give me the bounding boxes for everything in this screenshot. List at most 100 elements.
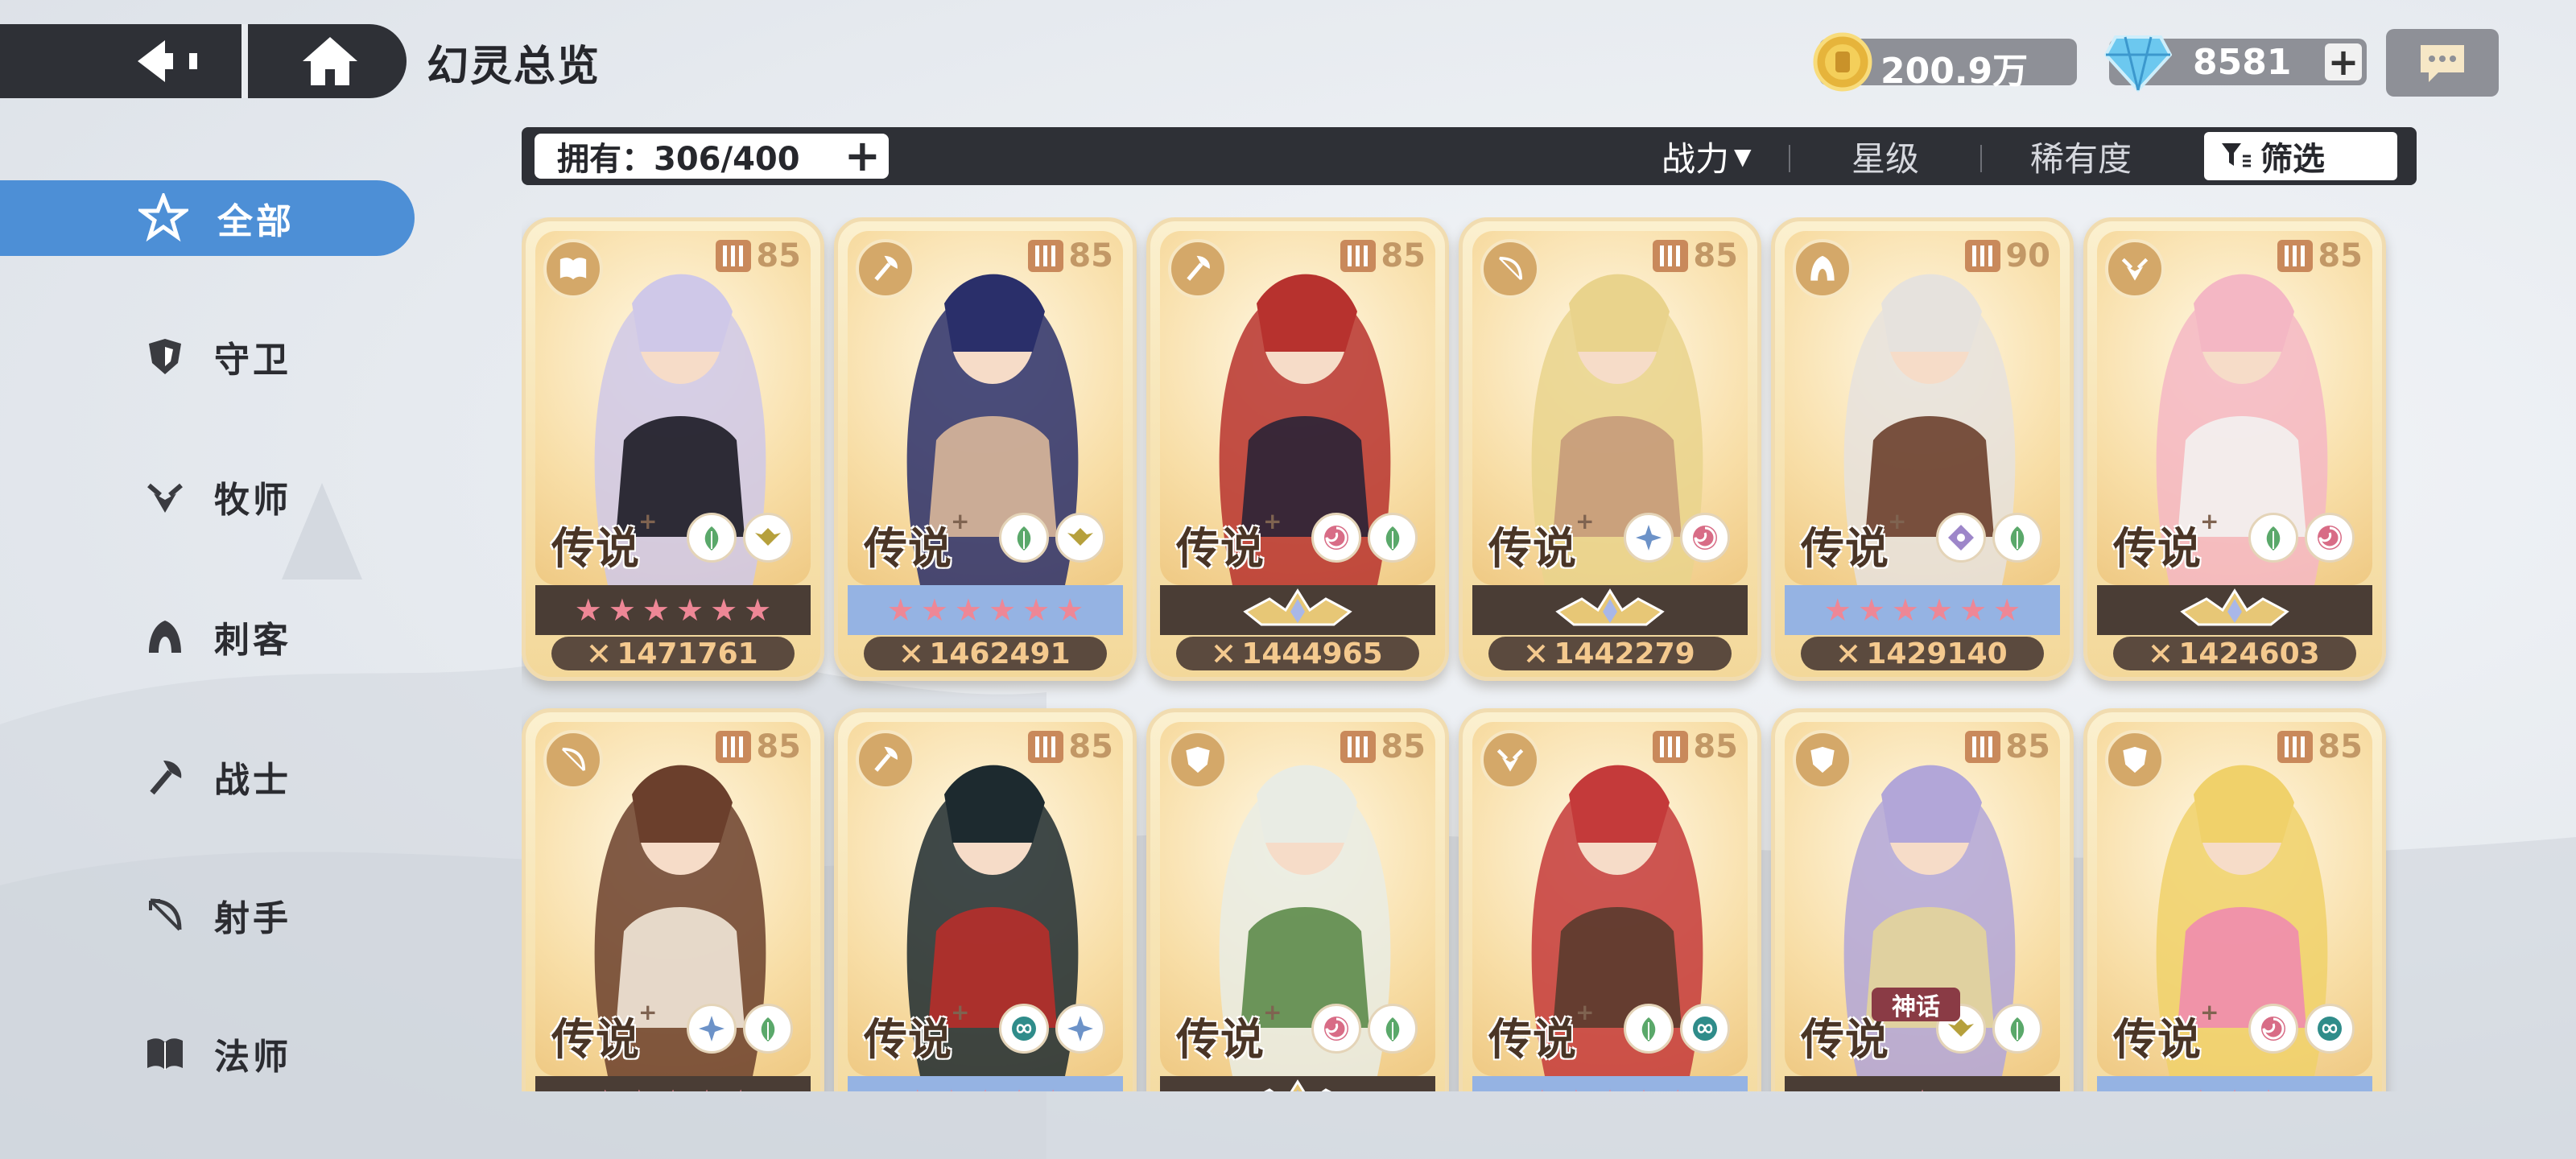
sidebar-item-all[interactable]: 全部: [0, 180, 415, 256]
rank-bars-icon: [1028, 240, 1064, 272]
element-badge: [743, 513, 793, 563]
star-rating: ★ ★ ★ ★ ★: [1472, 1076, 1748, 1091]
hero-card[interactable]: 85 传说 +: [1146, 708, 1449, 1091]
rank-bars-icon: [1028, 731, 1064, 763]
hero-card[interactable]: 85 传说 + ★ ★ ★ ★ ★ ★ 1471761: [522, 217, 824, 681]
power-value: 1471761: [617, 637, 758, 670]
sidebar-item-label: 战士: [214, 760, 291, 801]
rarity-label: 传说: [864, 1014, 952, 1065]
rank-bars-icon: [716, 731, 752, 763]
element-badge: [1368, 1004, 1418, 1054]
hero-card[interactable]: 85 传说 + ★ ★ ★ ★ ★: [522, 708, 824, 1091]
level-value: 85: [756, 237, 801, 274]
shield-icon: [1186, 746, 1210, 773]
hero-level: 85: [1028, 237, 1113, 274]
star-icon: ★: [904, 1086, 931, 1091]
sidebar-item-mage[interactable]: 法师: [0, 1016, 415, 1091]
sort-rarity-label: 稀有度: [2030, 138, 2132, 179]
sidebar-item-label: 刺客: [214, 620, 291, 661]
expand-capacity-button[interactable]: +: [844, 134, 881, 178]
bow-icon: [562, 747, 586, 771]
hero-portrait: 85 传说 +: [1472, 722, 1748, 1076]
star-icon: ★: [2255, 1086, 2282, 1091]
hero-grid: 85 传说 + ★ ★ ★ ★ ★ ★ 1471761 85 传说 + ★ ★ ★ ★ ★ ★ 1462…: [522, 217, 2421, 1091]
hero-card[interactable]: 85 传说 + ★ ★ ★: [2083, 708, 2386, 1091]
sidebar-item-priest[interactable]: 牧师: [0, 459, 415, 534]
crown-rank-icon: [2180, 588, 2289, 626]
star-icon: ★: [659, 1086, 687, 1091]
chat-button[interactable]: [2386, 29, 2499, 97]
sort-rarity[interactable]: 稀有度: [2030, 134, 2132, 179]
sidebar-item-assassin[interactable]: 刺客: [0, 599, 415, 674]
sort-power[interactable]: 战力 ▼: [1662, 134, 1752, 179]
book-icon: [145, 1033, 185, 1074]
leaf-icon: [2010, 1017, 2025, 1041]
hero-card[interactable]: 85 传说 +神话 ★: [1771, 708, 2074, 1091]
star-crystal-icon: [699, 1016, 724, 1041]
home-icon: [303, 37, 357, 85]
star-icon: ★: [920, 592, 948, 628]
hero-level: 85: [1340, 728, 1426, 765]
hero-card[interactable]: 85 传说 + 1444965: [1146, 217, 1449, 681]
element-badge: [1368, 513, 1418, 563]
element-badge: [999, 1004, 1049, 1054]
leaf-icon: [761, 1017, 775, 1041]
rarity-label: 传说: [1801, 523, 1889, 574]
infinity-icon: [2318, 1017, 2342, 1041]
sidebar-item-archer[interactable]: 射手: [0, 877, 415, 953]
sidebar-item-guard[interactable]: 守卫: [0, 319, 415, 394]
hero-card[interactable]: 90 传说 + ★ ★ ★ ★ ★ ★ 1429140: [1771, 217, 2074, 681]
combat-power: 1471761: [551, 637, 795, 670]
star-icon: ★: [1596, 1086, 1624, 1091]
star-icon: ★: [2187, 1086, 2215, 1091]
star-rating: ★: [1785, 1076, 2060, 1091]
level-value: 85: [2005, 728, 2050, 765]
sidebar-item-label: 守卫: [214, 340, 291, 381]
element-badge: [687, 513, 737, 563]
class-badge: [1793, 730, 1852, 790]
class-badge: [1168, 239, 1228, 299]
star-crystal-icon: [1067, 1016, 1093, 1041]
star-icon: ★: [1529, 1086, 1556, 1091]
leaf-icon: [1385, 1017, 1400, 1041]
rarity-label: 传说: [1176, 523, 1265, 574]
leaf-icon: [1641, 1017, 1656, 1041]
level-value: 90: [2005, 237, 2050, 274]
hero-card[interactable]: 85 传说 + 1442279: [1459, 217, 1761, 681]
axe-icon: [145, 757, 185, 797]
leaf-icon: [704, 526, 719, 551]
sidebar-item-label: 法师: [214, 1037, 291, 1078]
book-icon: [559, 258, 587, 280]
leaf-icon: [1017, 526, 1031, 551]
hero-level: 85: [1340, 237, 1426, 274]
rarity-label: 传说: [551, 523, 640, 574]
hero-card[interactable]: 85 传说 + 1424603: [2083, 217, 2386, 681]
home-button[interactable]: [282, 29, 378, 93]
hero-card[interactable]: 85 传说 + ★ ★ ★ ★ ★: [1459, 708, 1761, 1091]
rarity-plus-icon: +: [2200, 999, 2219, 1025]
axe-icon: [1187, 255, 1210, 281]
back-button[interactable]: [121, 29, 217, 93]
hero-card[interactable]: 85 传说 + ★ ★ ★ ★ ★ ★ 1462491: [834, 217, 1137, 681]
sidebar-item-warrior[interactable]: 战士: [0, 739, 415, 815]
hero-card[interactable]: 85 传说 + ★ ★ ★ ★ ★: [834, 708, 1137, 1091]
star-rating: [2097, 585, 2372, 635]
class-badge: [856, 239, 915, 299]
hero-portrait: 85 传说 +: [2097, 231, 2372, 585]
leaf-icon: [1385, 526, 1400, 551]
crossed-swords-icon: [2151, 644, 2170, 663]
element-badge: [1055, 513, 1105, 563]
add-gems-button[interactable]: +: [2325, 43, 2362, 80]
rank-bars-icon: [1653, 731, 1689, 763]
crossed-swords-icon: [1214, 644, 1233, 663]
hero-portrait: 85 传说 +: [1160, 722, 1435, 1076]
star-icon: ★: [1909, 1086, 1936, 1091]
combat-power: 1429140: [1801, 637, 2044, 670]
filter-bar: 拥有：306/400 + 战力 ▼ 星级 稀有度 筛选: [522, 127, 2417, 185]
star-icon: ★: [1022, 592, 1051, 628]
sort-star[interactable]: 星级: [1852, 134, 1919, 179]
class-badge: [1168, 730, 1228, 790]
star-icon: ★: [938, 1086, 965, 1091]
filter-button[interactable]: 筛选: [2204, 132, 2397, 180]
star-rating: ★ ★ ★ ★ ★: [848, 1076, 1123, 1091]
